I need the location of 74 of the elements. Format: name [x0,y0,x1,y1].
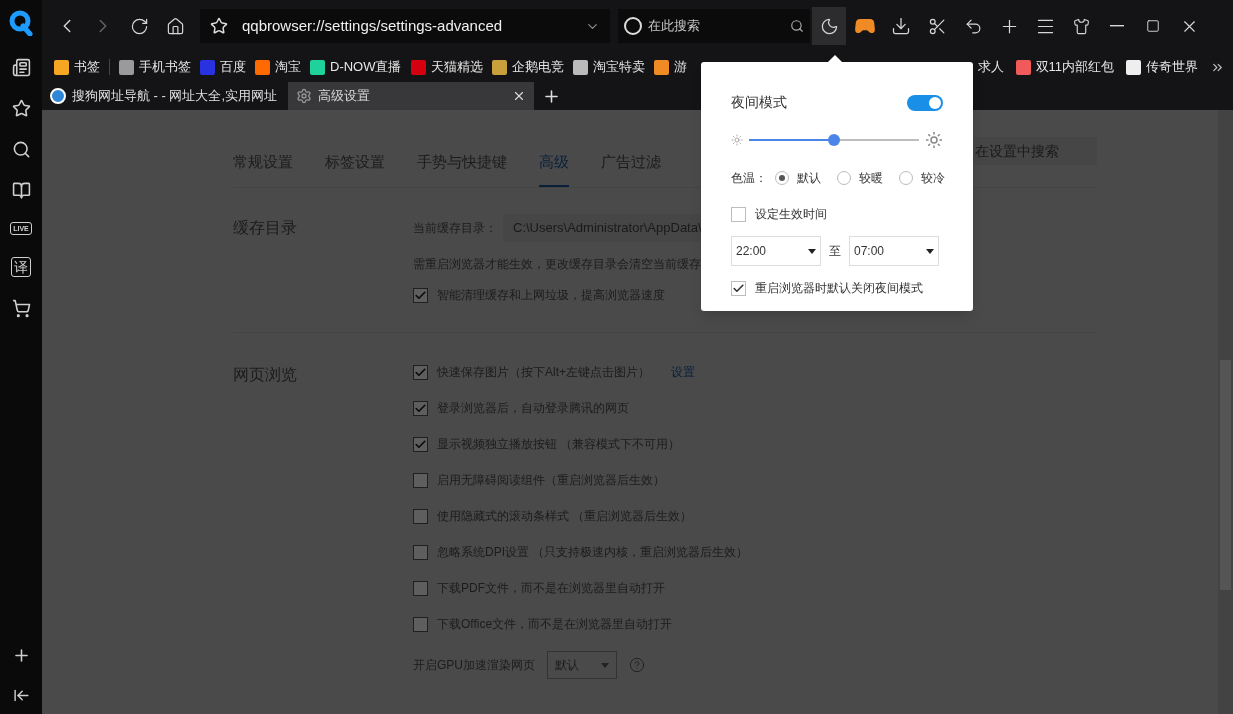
address-bar[interactable]: qqbrowser://settings/settings-advanced [200,9,610,43]
bookmark-item[interactable]: 企鹅电竞 [491,57,564,77]
bright-sun-icon [925,131,943,149]
new-tab-icon[interactable] [542,87,561,106]
bookmark-item[interactable]: 百度 [200,57,246,77]
url-text: qqbrowser://settings/settings-advanced [242,15,504,36]
brightness-slider[interactable] [749,134,919,146]
checkbox[interactable] [413,436,428,452]
tab-gear-icon [296,88,312,104]
tab-title: 高级设置 [318,87,371,106]
bookmark-item[interactable]: 淘宝 [255,57,301,77]
tab-title: 搜狗网址导航 - - 网址大全,实用网址 [72,87,279,106]
radio-label: 较冷 [921,170,945,187]
bookmark-star-icon[interactable] [210,17,228,35]
star-icon[interactable] [11,99,31,118]
checkbox[interactable] [413,508,428,524]
bookmark-item[interactable]: 淘宝特卖 [572,57,645,77]
option-label: 设定生效时间 [755,206,827,223]
checkbox[interactable] [413,287,428,303]
home-icon [165,16,185,36]
to-label: 至 [829,243,841,260]
checkbox[interactable] [413,364,428,380]
end-time-dropdown[interactable]: 07:00 [849,236,939,266]
shirt-icon [1072,17,1090,35]
translate-button[interactable]: 译 [11,257,31,277]
bookmark-item[interactable]: 书签 [54,57,100,77]
logo-icon [9,10,33,36]
slider-thumb[interactable] [828,134,840,146]
color-temp-label: 色温： [731,170,767,187]
reload-icon [129,16,149,36]
dim-sun-icon [731,134,743,146]
option-label: 重启浏览器时默认关闭夜间模式 [755,280,923,297]
bookmark-item[interactable]: 天猫精选 [410,57,483,77]
close-tab-icon[interactable] [512,89,526,103]
browser-tab[interactable]: 高级设置 [288,82,534,110]
bookmark-item[interactable]: 双11内部红包 [1015,57,1114,77]
bookmark-item[interactable]: 手机书签 [119,57,191,77]
news-icon[interactable] [11,58,31,77]
moon-icon [819,16,839,36]
checkbox[interactable] [413,400,428,416]
bookmark-item[interactable]: D-NOW直播 [310,57,402,77]
search-field[interactable]: 在此搜索 [618,9,810,43]
book-icon[interactable] [11,181,31,200]
radio-label: 较暖 [859,170,883,187]
popup-title: 夜间模式 [731,93,787,112]
checkbox[interactable] [413,472,428,488]
download-icon [891,16,911,36]
search-placeholder: 在此搜索 [648,17,701,36]
scissors-icon [927,16,947,36]
browser-tab[interactable]: 搜狗网址导航 - - 网址大全,实用网址 [42,82,288,110]
tab-site-icon [50,88,66,104]
bookmark-item[interactable]: 求人 [977,57,1004,77]
night-mode-toggle[interactable] [907,94,943,111]
bookmark-item[interactable]: 传奇世界 [1126,57,1198,77]
bookmark-item[interactable]: 游 [653,57,687,77]
checkbox[interactable] [413,544,428,560]
search-icon[interactable] [11,140,31,159]
caret-icon [601,662,609,668]
radio-label: 默认 [797,170,821,187]
checkbox[interactable] [413,580,428,596]
caret-icon [808,248,816,254]
minimize-icon [1110,25,1124,27]
cart-icon[interactable] [11,299,31,318]
checkbox[interactable] [413,616,428,632]
caret-icon [926,248,934,254]
collapse-icon[interactable] [12,687,30,704]
search-engine-icon[interactable] [624,17,642,35]
checkbox[interactable] [731,206,746,222]
search-icon[interactable] [790,19,804,33]
start-time-dropdown[interactable]: 22:00 [731,236,821,266]
maximize-icon [1146,19,1160,33]
checkbox[interactable] [731,280,746,296]
night-mode-button[interactable] [812,7,846,45]
scrollbar[interactable] [1218,110,1233,714]
